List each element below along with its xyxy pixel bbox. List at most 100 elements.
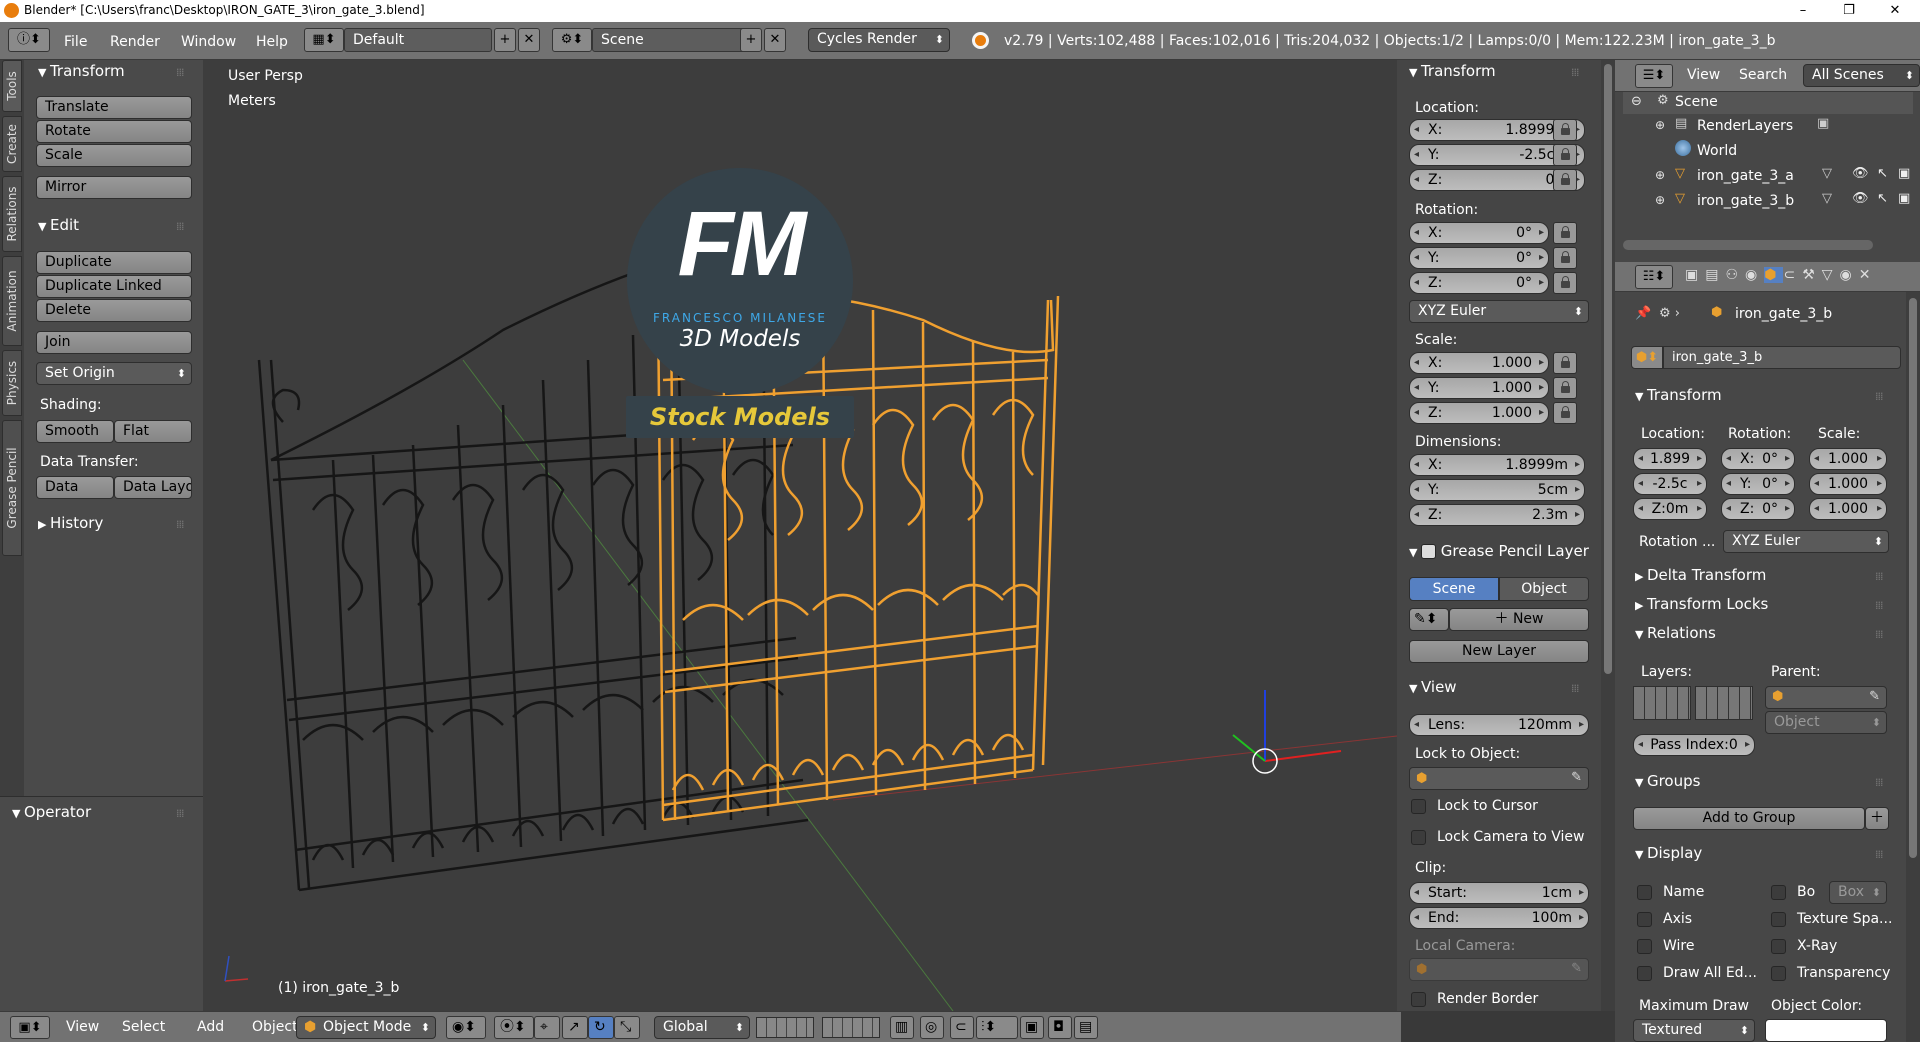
rotate-manipulator-icon[interactable]: ↻	[588, 1016, 614, 1039]
lock-camera-checkbox[interactable]	[1411, 830, 1426, 845]
panel-grip-icon[interactable]: ⁞⁞⁞	[176, 807, 184, 820]
add-group-plus-icon[interactable]: ＋	[1865, 807, 1889, 830]
tab-physics[interactable]: Physics	[2, 350, 22, 416]
scale-x-field[interactable]: X:1.000	[1409, 352, 1549, 374]
panel-grip-icon[interactable]: ⁞⁞⁞	[176, 518, 184, 531]
panel-grip-icon[interactable]: ⁞⁞⁞	[1571, 66, 1579, 79]
lock-scale-x-icon[interactable]	[1553, 352, 1577, 374]
rotation-mode-select[interactable]: XYZ Euler	[1409, 300, 1589, 323]
eyedropper-icon[interactable]: ✎	[1869, 689, 1880, 704]
expand-icon[interactable]: ⊕	[1655, 193, 1665, 207]
layers-grid-left[interactable]	[1633, 686, 1691, 720]
mirror-button[interactable]: Mirror	[36, 176, 192, 199]
add-to-group-button[interactable]: Add to Group	[1633, 807, 1865, 830]
prop-scale-y[interactable]: 1.000	[1809, 473, 1887, 495]
add-layout-icon[interactable]: +	[494, 28, 516, 52]
display-transparency-checkbox[interactable]	[1771, 966, 1786, 981]
data-button[interactable]: Data	[36, 476, 114, 499]
display-name-checkbox[interactable]	[1637, 885, 1652, 900]
renderable-camera-icon[interactable]: ▣	[1898, 191, 1910, 206]
groups-header[interactable]: Groups	[1635, 772, 1700, 790]
rotation-z-field[interactable]: Z:0°	[1409, 272, 1549, 294]
lock-location-y-icon[interactable]	[1553, 144, 1577, 166]
outliner-editor-type-icon[interactable]: ☰⬍	[1635, 64, 1673, 88]
properties-editor-type-icon[interactable]: ☷⬍	[1635, 265, 1673, 289]
render-engine-select[interactable]: Cycles Render	[808, 28, 950, 52]
render-layer-settings-icon[interactable]: ▣	[1817, 116, 1829, 131]
transform-n-header[interactable]: Transform	[1409, 62, 1496, 80]
opengl-animation-icon[interactable]: ▤	[1074, 1016, 1098, 1039]
history-panel-header[interactable]: History	[38, 514, 103, 532]
dimension-x-field[interactable]: X:1.8999m	[1409, 454, 1585, 476]
object-browse-icon[interactable]: ⬢⬍	[1631, 346, 1663, 369]
outliner-display-mode-select[interactable]: All Scenes	[1803, 64, 1920, 87]
tab-tools[interactable]: Tools	[2, 60, 22, 112]
layers-grid-right[interactable]	[1695, 686, 1753, 720]
outliner-menu-view[interactable]: View	[1687, 67, 1720, 83]
lock-rotation-y-icon[interactable]	[1553, 247, 1577, 269]
menu-render[interactable]: Render	[110, 34, 160, 50]
properties-transform-header[interactable]: Transform	[1635, 386, 1722, 404]
pin-icon[interactable]: 📌	[1635, 306, 1651, 321]
outliner-label-world[interactable]: World	[1697, 143, 1737, 159]
parent-field[interactable]: ⬢ ✎	[1765, 686, 1887, 709]
lock-cursor-checkbox[interactable]	[1411, 799, 1426, 814]
panel-grip-icon[interactable]: ⁞⁞⁞	[1571, 682, 1579, 695]
dimension-z-field[interactable]: Z:2.3m	[1409, 504, 1585, 526]
n-panel-scrollbar[interactable]	[1601, 60, 1615, 1011]
scene-name-field[interactable]: Scene	[592, 28, 748, 52]
panel-grip-icon[interactable]: ⁞⁞⁞	[1875, 776, 1883, 789]
outliner-label-iron-gate-3-a[interactable]: iron_gate_3_a	[1697, 168, 1794, 184]
add-scene-icon[interactable]: +	[740, 28, 762, 52]
display-xray-checkbox[interactable]	[1771, 939, 1786, 954]
duplicate-linked-button[interactable]: Duplicate Linked	[36, 275, 192, 298]
properties-scrollbar[interactable]	[1906, 292, 1920, 1042]
remove-scene-icon[interactable]: ✕	[764, 28, 786, 52]
render-icon[interactable]: ▣	[1020, 1016, 1044, 1039]
lock-scale-z-icon[interactable]	[1553, 402, 1577, 424]
visibility-eye-icon[interactable]: 👁	[1852, 191, 1869, 206]
n-panel-scroll-thumb[interactable]	[1604, 64, 1612, 674]
scene-layers-left[interactable]	[756, 1017, 814, 1038]
translate-button[interactable]: Translate	[36, 96, 192, 119]
prop-rotation-x[interactable]: X:0°	[1721, 448, 1795, 470]
menu-object[interactable]: Object	[252, 1019, 298, 1035]
viewport-shading-icon[interactable]: ◉⬍	[446, 1016, 486, 1039]
prop-rotation-z[interactable]: Z:0°	[1721, 498, 1795, 520]
eyedropper-icon[interactable]: ✎	[1571, 770, 1582, 785]
outliner-horizontal-scrollbar[interactable]	[1623, 240, 1873, 250]
opengl-render-icon[interactable]: ◘	[1048, 1016, 1072, 1039]
relations-header[interactable]: Relations	[1635, 624, 1716, 642]
lock-object-field[interactable]: ⬢ ✎	[1409, 767, 1589, 790]
rotation-x-field[interactable]: X:0°	[1409, 222, 1549, 244]
menu-window[interactable]: Window	[181, 34, 236, 50]
lock-scale-y-icon[interactable]	[1553, 377, 1577, 399]
interaction-mode-select[interactable]: ⬢ Object Mode	[296, 1016, 436, 1039]
scale-z-field[interactable]: Z:1.000	[1409, 402, 1549, 424]
prop-scale-z[interactable]: 1.000	[1809, 498, 1887, 520]
panel-grip-icon[interactable]: ⁞⁞⁞	[176, 66, 184, 79]
view3d-editor-type-icon[interactable]: ▣⬍	[10, 1016, 50, 1039]
transform-orientation-select[interactable]: Global	[654, 1016, 750, 1039]
display-axis-checkbox[interactable]	[1637, 912, 1652, 927]
expand-icon[interactable]: ⊕	[1655, 168, 1665, 182]
delta-transform-header[interactable]: Delta Transform	[1635, 566, 1766, 584]
y-arrow-icon[interactable]	[1232, 734, 1266, 762]
display-header[interactable]: Display	[1635, 844, 1702, 862]
display-texture-space-checkbox[interactable]	[1771, 912, 1786, 927]
operator-panel-header[interactable]: Operator	[12, 803, 91, 821]
tab-relations[interactable]: Relations	[2, 176, 22, 252]
translate-manipulator-icon[interactable]: ↗	[562, 1016, 588, 1039]
3d-viewport[interactable]: User Persp Meters FM FRANCESCO MILANESE …	[203, 60, 1397, 1011]
rotation-y-field[interactable]: Y:0°	[1409, 247, 1549, 269]
visibility-eye-icon[interactable]: 👁	[1852, 166, 1869, 181]
layout-name-field[interactable]: Default	[344, 28, 492, 52]
editor-type-info-icon[interactable]: ⓘ⬍	[8, 28, 50, 52]
outliner-label-renderlayers[interactable]: RenderLayers	[1697, 118, 1793, 134]
maximum-draw-select[interactable]: Textured	[1633, 1019, 1755, 1042]
expand-icon[interactable]: ⊕	[1655, 118, 1665, 132]
gp-new-layer-button[interactable]: New Layer	[1409, 640, 1589, 663]
menu-select[interactable]: Select	[122, 1019, 165, 1035]
proportional-edit-icon[interactable]: ◎	[920, 1016, 944, 1039]
outliner-label-iron-gate-3-b[interactable]: iron_gate_3_b	[1697, 193, 1794, 209]
